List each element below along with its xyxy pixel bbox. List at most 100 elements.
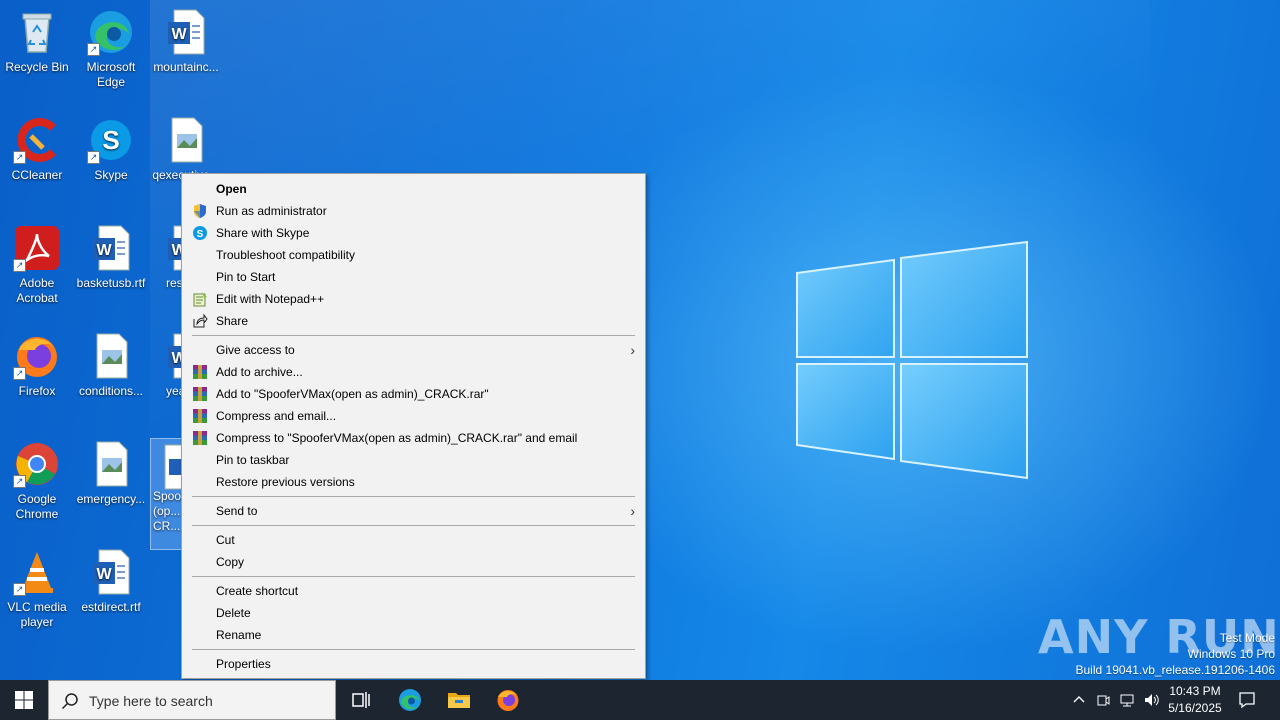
menu-item-copy[interactable]: Copy xyxy=(182,551,645,573)
menu-item-label: Pin to taskbar xyxy=(216,453,290,467)
menu-item-properties[interactable]: Properties xyxy=(182,653,645,675)
menu-item-label: Edit with Notepad++ xyxy=(216,292,325,306)
menu-item-rename[interactable]: Rename xyxy=(182,624,645,646)
desktop-icon-recycle-bin[interactable]: Recycle Bin xyxy=(0,8,74,75)
desktop-icon-label: basketusb.rtf xyxy=(76,276,146,290)
menu-item-delete[interactable]: Delete xyxy=(182,602,645,624)
shortcut-arrow-icon: ↗ xyxy=(13,475,26,488)
taskbar-file-explorer-button[interactable] xyxy=(435,680,483,720)
menu-item-open[interactable]: Open xyxy=(182,178,645,200)
desktop-icon-basketusb[interactable]: W basketusb.rtf xyxy=(74,224,148,291)
svg-text:W: W xyxy=(96,566,112,583)
context-menu: Open Run as administrator S Share with S… xyxy=(181,173,646,679)
taskbar-firefox-button[interactable] xyxy=(484,680,532,720)
word-doc-icon: W xyxy=(87,224,135,272)
chevron-right-icon: › xyxy=(630,503,635,519)
ccleaner-icon: ↗ xyxy=(13,116,61,164)
desktop-icon-vlc[interactable]: ↗ VLC media player xyxy=(0,548,74,630)
menu-separator xyxy=(192,496,635,497)
meet-now-icon[interactable] xyxy=(1095,692,1111,708)
menu-item-label: Add to "SpooferVMax(open as admin)_CRACK… xyxy=(216,387,489,401)
show-hidden-icons-chevron-up-icon[interactable] xyxy=(1071,692,1087,708)
desktop-icon-label: Firefox xyxy=(18,384,56,398)
action-center-button[interactable] xyxy=(1238,691,1256,709)
taskbar-edge-button[interactable] xyxy=(386,680,434,720)
menu-item-label: Send to xyxy=(216,504,258,518)
menu-item-label: Pin to Start xyxy=(216,270,276,284)
menu-item-label: Create shortcut xyxy=(216,584,299,598)
menu-item-add-to-rar[interactable]: Add to "SpooferVMax(open as admin)_CRACK… xyxy=(182,383,645,405)
menu-item-share-with-skype[interactable]: S Share with Skype xyxy=(182,222,645,244)
desktop-icon-label: CCleaner xyxy=(11,168,63,182)
menu-item-create-shortcut[interactable]: Create shortcut xyxy=(182,580,645,602)
menu-item-share[interactable]: Share xyxy=(182,310,645,332)
menu-item-pin-to-start[interactable]: Pin to Start xyxy=(182,266,645,288)
winrar-icon xyxy=(192,364,208,380)
menu-item-label: Troubleshoot compatibility xyxy=(216,248,355,262)
desktop-icon-conditions[interactable]: conditions... xyxy=(74,332,148,399)
volume-icon[interactable] xyxy=(1143,692,1159,708)
svg-text:S: S xyxy=(102,125,119,155)
uac-shield-icon xyxy=(192,203,208,219)
desktop-icon-ccleaner[interactable]: ↗ CCleaner xyxy=(0,116,74,183)
menu-item-cut[interactable]: Cut xyxy=(182,529,645,551)
menu-item-label: Add to archive... xyxy=(216,365,303,379)
menu-item-pin-to-taskbar[interactable]: Pin to taskbar xyxy=(182,449,645,471)
image-file-icon xyxy=(87,440,135,488)
menu-item-run-as-administrator[interactable]: Run as administrator xyxy=(182,200,645,222)
taskbar-task-view-button[interactable] xyxy=(336,680,384,720)
desktop-icon-label: estdirect.rtf xyxy=(81,600,141,614)
menu-item-restore-previous-versions[interactable]: Restore previous versions xyxy=(182,471,645,493)
menu-item-give-access-to[interactable]: Give access to › xyxy=(182,339,645,361)
menu-item-label: Delete xyxy=(216,606,251,620)
menu-item-add-to-archive[interactable]: Add to archive... xyxy=(182,361,645,383)
shortcut-arrow-icon: ↗ xyxy=(13,259,26,272)
firefox-icon: ↗ xyxy=(13,332,61,380)
menu-item-label: Run as administrator xyxy=(216,204,327,218)
desktop-icon-mountainc[interactable]: W mountainc... xyxy=(149,8,223,75)
desktop-icon-label: conditions... xyxy=(78,384,144,398)
word-doc-icon: W xyxy=(162,8,210,56)
desktop-icon-edge[interactable]: ↗ Microsoft Edge xyxy=(74,8,148,90)
menu-item-troubleshoot-compatibility[interactable]: Troubleshoot compatibility xyxy=(182,244,645,266)
clock-time: 10:43 PM xyxy=(1169,684,1221,698)
menu-item-label: Cut xyxy=(216,533,235,547)
menu-item-label: Restore previous versions xyxy=(216,475,355,489)
watermark-line-1: Test Mode xyxy=(1219,631,1275,645)
menu-item-edit-with-notepadpp[interactable]: Edit with Notepad++ xyxy=(182,288,645,310)
chevron-right-icon: › xyxy=(630,342,635,358)
winrar-icon xyxy=(192,408,208,424)
desktop-icon-adobe-acrobat[interactable]: ↗ Adobe Acrobat xyxy=(0,224,74,306)
desktop-icon-spoofervmax-selected[interactable]: Spoof... (op... admi... CR... xyxy=(150,438,182,550)
desktop-icon-label: Microsoft Edge xyxy=(86,60,136,89)
notification-icon xyxy=(1239,692,1255,709)
taskbar-clock[interactable]: 10:43 PM 5/16/2025 xyxy=(1160,683,1230,717)
menu-item-compress-and-email[interactable]: Compress and email... xyxy=(182,405,645,427)
menu-item-send-to[interactable]: Send to › xyxy=(182,500,645,522)
menu-item-label: Give access to xyxy=(216,343,295,357)
shortcut-arrow-icon: ↗ xyxy=(13,151,26,164)
taskbar: Type here to search 10:43 PM 5/16/2025 xyxy=(0,680,1280,720)
svg-text:W: W xyxy=(171,26,187,43)
notepadpp-icon xyxy=(192,291,208,307)
network-icon[interactable] xyxy=(1119,692,1135,708)
image-file-icon xyxy=(162,116,210,164)
desktop-icon-skype[interactable]: S ↗ Skype xyxy=(74,116,148,183)
taskbar-search-box[interactable]: Type here to search xyxy=(48,680,336,720)
desktop-icon-estdirect[interactable]: W estdirect.rtf xyxy=(74,548,148,615)
image-file-icon xyxy=(87,332,135,380)
desktop-icon-firefox[interactable]: ↗ Firefox xyxy=(0,332,74,399)
file-explorer-icon xyxy=(448,693,470,708)
desktop-icon-label: Spoof... (op... admi... CR... xyxy=(153,489,182,533)
start-button[interactable] xyxy=(0,680,48,720)
desktop-icon-google-chrome[interactable]: ↗ Google Chrome xyxy=(0,440,74,522)
windows-logo-wallpaper xyxy=(790,240,1030,485)
menu-item-compress-to-rar-and-email[interactable]: Compress to "SpooferVMax(open as admin)_… xyxy=(182,427,645,449)
selected-file-icon xyxy=(155,443,181,490)
chrome-icon: ↗ xyxy=(13,440,61,488)
windows-start-icon xyxy=(15,691,33,709)
desktop-icon-emergency[interactable]: emergency... xyxy=(74,440,148,507)
menu-separator xyxy=(192,335,635,336)
menu-item-label: Share with Skype xyxy=(216,226,310,240)
recycle-bin-icon xyxy=(13,8,61,56)
